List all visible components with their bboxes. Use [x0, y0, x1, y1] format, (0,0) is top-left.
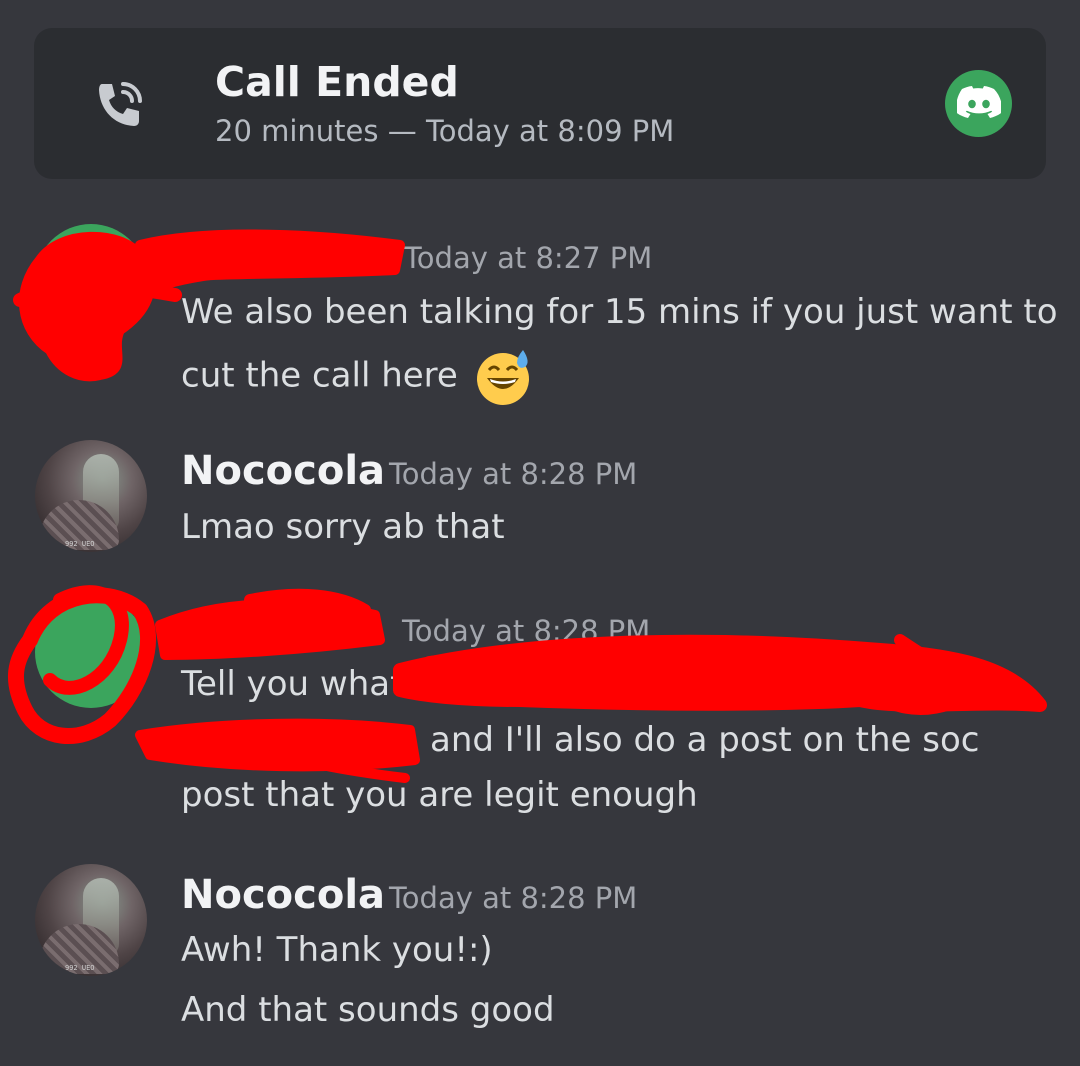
message-text: Tell you what — [181, 664, 404, 704]
call-duration: 20 minutes — Today at 8:09 PM — [215, 114, 675, 148]
redaction-scribble — [244, 588, 371, 616]
redaction-scribble — [135, 718, 420, 772]
avatar[interactable]: 992 UEO — [35, 440, 147, 552]
message-text: cut the call here — [181, 348, 533, 406]
message-timestamp: Today at 8:28 PM — [402, 614, 651, 648]
message-text: And that sounds good — [181, 990, 555, 1030]
message-text: We also been talking for 15 mins if you … — [181, 292, 1058, 332]
avatar[interactable]: 992 UEO — [35, 864, 147, 976]
redaction-scribble — [393, 634, 1047, 712]
message-text: post that you are legit enough — [181, 775, 698, 815]
redaction-scribble — [894, 634, 1006, 696]
message-timestamp: Today at 8:27 PM — [404, 241, 653, 275]
discord-icon[interactable] — [945, 70, 1012, 137]
avatar[interactable] — [35, 596, 147, 708]
message-text: Lmao sorry ab that — [181, 507, 505, 547]
sweat-smile-emoji — [476, 350, 529, 405]
avatar[interactable] — [35, 224, 147, 336]
message-author[interactable]: Nococola — [181, 448, 385, 494]
avatar-caption: 992 UEO — [65, 964, 95, 972]
avatar-caption: 992 UEO — [65, 540, 95, 548]
message-timestamp: Today at 8:28 PM — [389, 457, 638, 491]
call-ended-card[interactable]: Call Ended 20 minutes — Today at 8:09 PM — [34, 28, 1046, 179]
chat-view: Call Ended 20 minutes — Today at 8:09 PM… — [0, 0, 1080, 1066]
call-title: Call Ended — [215, 58, 459, 106]
phone-call-icon — [99, 82, 142, 126]
message-author[interactable]: Nococola — [181, 872, 385, 918]
redaction-scribble — [865, 685, 955, 715]
message-text: and I'll also do a post on the soc — [430, 720, 980, 760]
redaction-scribble — [421, 642, 909, 674]
redaction-scribble — [155, 598, 385, 660]
message-timestamp: Today at 8:28 PM — [389, 881, 638, 915]
redaction-scribble — [135, 229, 405, 285]
message-text-part: cut the call here — [181, 355, 458, 396]
message-text: Awh! Thank you!:) — [181, 930, 493, 970]
redaction-scribble — [154, 256, 401, 291]
